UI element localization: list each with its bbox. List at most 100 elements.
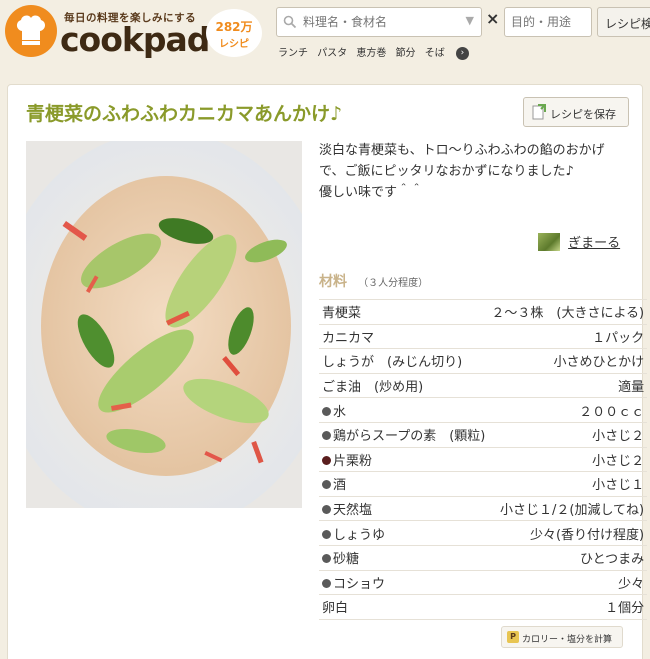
- ingredient-name: しょうゆ: [333, 527, 386, 543]
- ingredient-quantity: 小さめひとかけ: [488, 348, 648, 374]
- ingredient-quantity: 小さじ２: [488, 447, 648, 473]
- ingredient-name: 卵白: [322, 601, 349, 617]
- save-recipe-label: レシピを保存: [550, 108, 616, 121]
- logo-chef-hat-icon[interactable]: [5, 5, 57, 57]
- ingredient-name: 青梗菜: [322, 306, 362, 322]
- keyword-link[interactable]: ランチ: [278, 48, 308, 59]
- ingredient-name-cell: しょうゆ: [319, 520, 489, 546]
- description-text: 淡白な青梗菜も、トロ～りふわふわの餡のおかげで、ご飯にピッタリなおかずになりまし…: [319, 143, 605, 179]
- calorie-calc-button[interactable]: P カロリー・塩分を計算: [501, 626, 623, 648]
- recipe-photo[interactable]: [26, 141, 302, 508]
- save-recipe-button[interactable]: レシピを保存: [523, 97, 629, 127]
- purpose-search-box: [504, 7, 592, 37]
- bullet-dot-icon: [322, 529, 331, 539]
- ingredient-quantity: 小さじ２: [488, 422, 648, 448]
- ingredient-name-cell: 酒: [319, 471, 489, 497]
- description-text: 優しい味です＾＾: [319, 185, 424, 200]
- ingredient-row: 青梗菜 ２～３株 (大きさによる): [319, 299, 648, 325]
- ingredient-quantity: １個分: [488, 594, 648, 620]
- ingredient-quantity: 適量: [488, 373, 648, 399]
- site-header: 毎日の料理を楽しみにする cookpad 282万 レシピ ▼ × レシピ検 ラ…: [0, 0, 650, 84]
- ingredients-table: 青梗菜 ２～３株 (大きさによる) カニカマ １パックしょうが (みじん切り) 小さめひ…: [319, 299, 648, 620]
- ingredient-quantity: 小さじ１/２(加減してね): [488, 496, 648, 522]
- recipe-search-button[interactable]: レシピ検: [597, 7, 650, 37]
- recipe-count-unit: レシピ: [219, 39, 249, 50]
- ingredient-name: 天然塩: [333, 503, 373, 519]
- bullet-dot-icon: [322, 554, 331, 564]
- keyword-search-box: ▼: [276, 7, 482, 37]
- ingredient-row: しょうが (みじん切り) 小さめひとかけ: [319, 348, 648, 374]
- ingredient-name: 酒: [333, 478, 347, 494]
- ingredient-quantity: 小さじ１: [488, 471, 648, 497]
- keyword-link[interactable]: そば: [425, 48, 445, 59]
- ingredient-name-cell: 片栗粉: [319, 447, 489, 473]
- ingredient-row: しょうゆ 少々(香り付け程度): [319, 520, 648, 546]
- keyword-link[interactable]: 恵方巻: [356, 48, 386, 59]
- keyword-search-input[interactable]: [303, 12, 453, 32]
- ingredient-row: カニカマ １パック: [319, 324, 648, 350]
- recipe-description: 淡白な青梗菜も、トロ～りふわふわの餡のおかげで、ご飯にピッタリなおかずになりまし…: [319, 140, 629, 203]
- ingredient-quantity: ２００ｃｃ: [488, 397, 648, 423]
- ingredient-name-cell: ごま油 (炒め用): [319, 373, 489, 399]
- ingredient-row: 鶏がらスープの素 (顆粒) 小さじ２: [319, 422, 648, 448]
- ingredient-row: 砂糖 ひとつまみ: [319, 545, 648, 571]
- ingredient-name-cell: 青梗菜: [319, 299, 489, 325]
- ingredient-name-cell: 砂糖: [319, 545, 489, 571]
- cross-icon: ×: [486, 9, 500, 28]
- ingredients-header: 材料 （３人分程度）: [319, 271, 428, 291]
- servings-text: （３人分程度）: [358, 278, 429, 289]
- ingredient-row: コショウ 少々: [319, 570, 648, 596]
- ingredient-name: 片栗粉: [333, 453, 373, 469]
- ingredient-name-cell: コショウ: [319, 570, 489, 596]
- ingredient-quantity: 少々(香り付け程度): [488, 520, 648, 546]
- ingredient-name: カニカマ: [322, 330, 375, 346]
- ingredient-quantity: ２～３株 (大きさによる): [488, 299, 648, 325]
- ingredient-name: 鶏がらスープの素 (顆粒): [333, 429, 486, 445]
- recipe-title: 青梗菜のふわふわカニカマあんかけ♪: [26, 103, 343, 125]
- bullet-dot-icon: [322, 455, 331, 465]
- ingredients-label: 材料: [319, 274, 347, 290]
- ingredient-quantity: １パック: [488, 324, 648, 350]
- ingredient-name: コショウ: [333, 576, 386, 592]
- brand-logo[interactable]: cookpad: [60, 20, 210, 59]
- ingredient-name-cell: 鶏がらスープの素 (顆粒): [319, 422, 489, 448]
- recipe-card: 青梗菜のふわふわカニカマあんかけ♪ レシピを保存 淡白な青梗菜も、トロ～りふわふ…: [7, 84, 648, 659]
- calculator-icon: P: [507, 631, 519, 643]
- ingredient-name-cell: しょうが (みじん切り): [319, 348, 489, 374]
- bullet-dot-icon: [322, 406, 331, 416]
- ingredient-name-cell: カニカマ: [319, 324, 489, 350]
- ingredient-name-cell: 天然塩: [319, 496, 489, 522]
- search-icon: [283, 15, 297, 29]
- chevron-right-icon[interactable]: ›: [455, 46, 469, 60]
- bullet-dot-icon: [322, 578, 331, 588]
- ingredient-quantity: ひとつまみ: [488, 545, 648, 571]
- recipe-count-number: 282万: [215, 20, 253, 34]
- bullet-dot-icon: [322, 431, 331, 441]
- popular-keywords: ランチ パスタ 恵方巻 節分 そば ›: [278, 44, 475, 60]
- keyword-link[interactable]: パスタ: [317, 48, 347, 59]
- bullet-dot-icon: [322, 505, 331, 515]
- ingredient-row: 酒 小さじ１: [319, 471, 648, 497]
- ingredient-row: 水 ２００ｃｃ: [319, 397, 648, 423]
- dropdown-arrow-icon[interactable]: ▼: [466, 14, 474, 27]
- bullet-dot-icon: [322, 480, 331, 490]
- author-avatar[interactable]: [538, 232, 560, 251]
- ingredient-name: ごま油 (炒め用): [322, 380, 424, 396]
- ingredient-quantity: 少々: [488, 570, 648, 596]
- author-link[interactable]: ぎまーる: [538, 231, 620, 251]
- calorie-calc-label: カロリー・塩分を計算: [522, 635, 613, 645]
- ingredient-name: しょうが (みじん切り): [322, 355, 463, 371]
- ingredient-name: 水: [333, 404, 347, 420]
- author-name[interactable]: ぎまーる: [568, 236, 620, 251]
- keyword-link[interactable]: 節分: [396, 48, 416, 59]
- ingredient-row: 天然塩 小さじ１/２(加減してね): [319, 496, 648, 522]
- save-document-icon: [532, 104, 546, 120]
- ingredient-row: 卵白 １個分: [319, 594, 648, 620]
- ingredient-row: ごま油 (炒め用) 適量: [319, 373, 648, 399]
- ingredient-name: 砂糖: [333, 552, 360, 568]
- ingredient-name-cell: 水: [319, 397, 489, 423]
- recipe-count-badge: 282万 レシピ: [206, 9, 262, 57]
- purpose-search-input[interactable]: [511, 12, 587, 32]
- ingredient-row: 片栗粉 小さじ２: [319, 447, 648, 473]
- recipe-photo-image: [26, 141, 302, 508]
